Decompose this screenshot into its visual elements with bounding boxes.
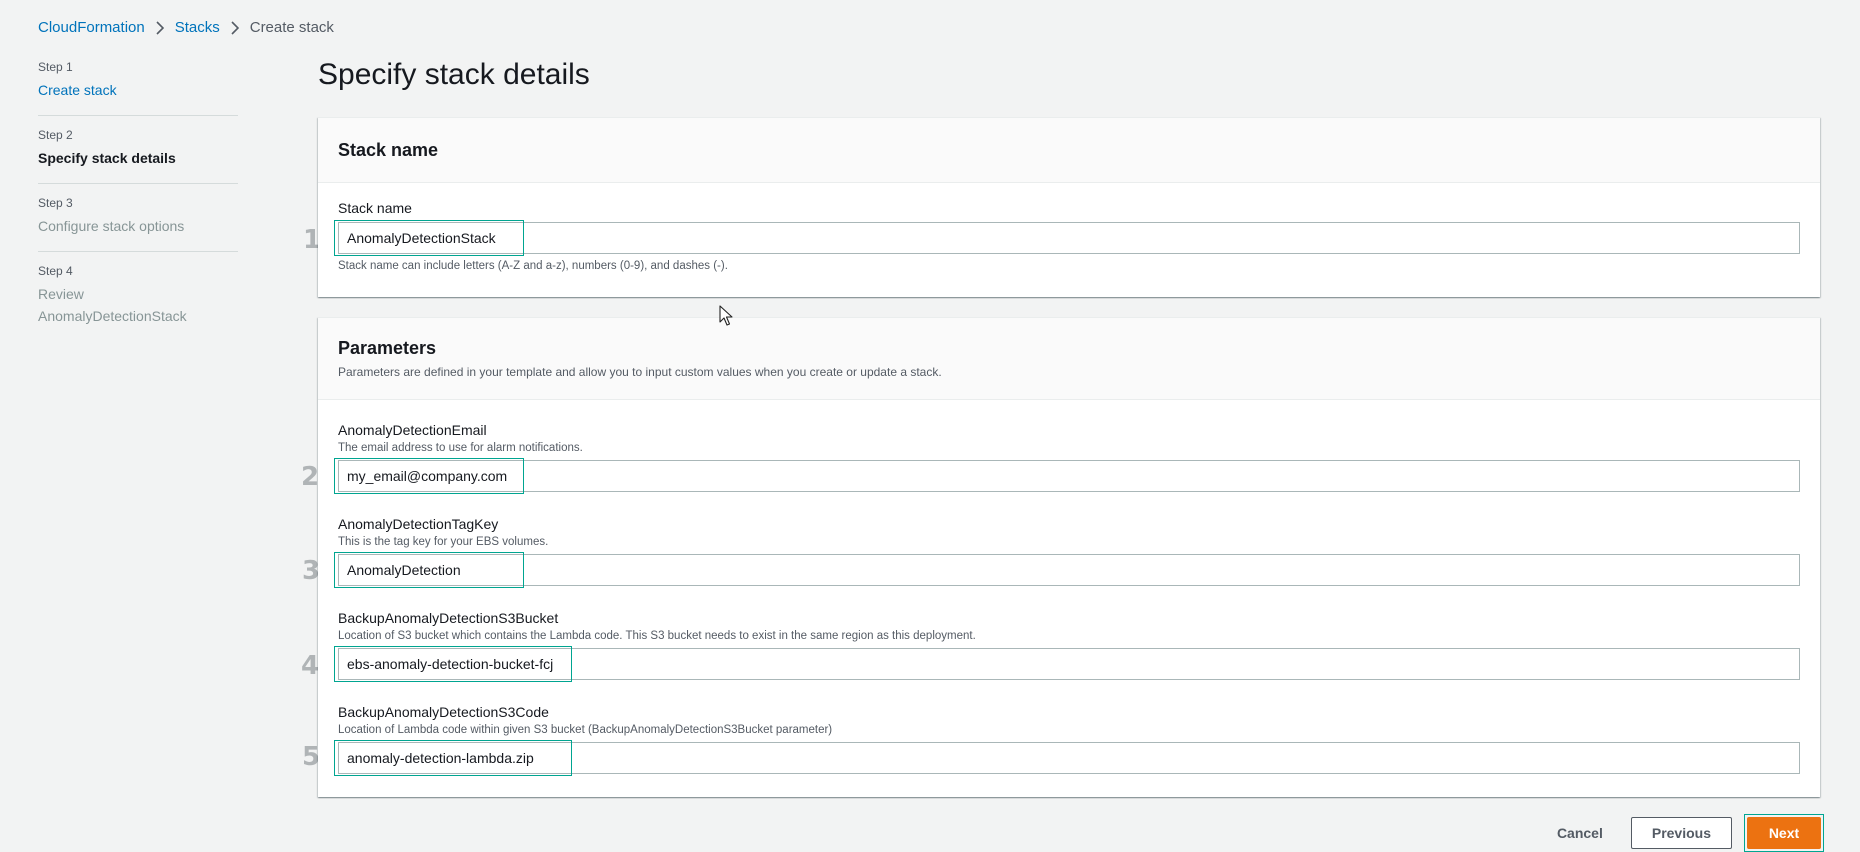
backup-s3-code-input[interactable] [338,742,1800,774]
stack-name-input-wrap [334,220,1800,256]
param-anomaly-detection-email: AnomalyDetectionEmail The email address … [334,422,1800,494]
wizard-step-2: Step 2 Specify stack details [38,128,238,184]
param-label: AnomalyDetectionEmail [338,422,487,438]
param-description: The email address to use for alarm notif… [338,442,583,454]
step-configure-stack-options: Configure stack options [38,218,185,234]
wizard-actions: Cancel Previous Next [1537,814,1824,852]
breadcrumb-stacks-link[interactable]: Stacks [175,19,220,36]
param-description: Location of Lambda code within given S3 … [338,724,833,736]
parameters-panel: Parameters Parameters are defined in you… [318,317,1820,797]
wizard-step-4: Step 4 Review AnomalyDetectionStack [38,264,238,341]
chevron-right-icon [220,19,250,36]
param-label: BackupAnomalyDetectionS3Bucket [338,610,559,626]
step-create-stack-link[interactable]: Create stack [38,82,117,98]
step-number: Step 2 [38,128,73,142]
chevron-right-icon [145,19,175,36]
wizard-steps-nav: Step 1 Create stack Step 2 Specify stack… [38,60,238,353]
backup-s3-bucket-input[interactable] [338,648,1800,680]
param-backup-anomaly-detection-s3-bucket: BackupAnomalyDetectionS3Bucket Location … [334,610,1800,682]
panel-header: Stack name [318,118,1820,183]
annotation-number-4: 4 [301,651,320,681]
param-input-wrap [334,646,1800,682]
next-button-highlight: Next [1744,814,1824,852]
mouse-cursor-icon [719,305,733,332]
anomaly-detection-tag-key-input[interactable] [338,554,1800,586]
breadcrumb: CloudFormation Stacks Create stack [38,19,334,36]
param-input-wrap [334,552,1800,588]
step-specify-stack-details: Specify stack details [38,150,176,166]
param-description: Location of S3 bucket which contains the… [338,630,976,642]
stack-name-panel-title: Stack name [338,139,439,160]
param-label: AnomalyDetectionTagKey [338,516,499,532]
panel-header: Parameters Parameters are defined in you… [318,318,1820,400]
stack-name-input[interactable] [338,222,1800,254]
previous-button[interactable]: Previous [1630,817,1732,849]
step-number: Step 3 [38,196,73,210]
parameters-panel-title: Parameters [338,338,437,358]
stack-name-label: Stack name [338,200,412,216]
stack-name-field: Stack name Stack name can include letter… [334,200,1800,272]
stack-name-constraint: Stack name can include letters (A-Z and … [338,260,728,272]
annotation-number-2: 2 [301,462,320,492]
anomaly-detection-email-input[interactable] [338,460,1800,492]
param-input-wrap [334,740,1800,776]
step-number: Step 1 [38,60,73,74]
next-button[interactable]: Next [1747,817,1821,849]
param-input-wrap [334,458,1800,494]
param-label: BackupAnomalyDetectionS3Code [338,704,549,720]
breadcrumb-create-stack: Create stack [249,19,334,36]
breadcrumb-cloudformation-link[interactable]: CloudFormation [38,19,145,36]
wizard-step-1: Step 1 Create stack [38,60,238,116]
step-number: Step 4 [38,264,73,278]
parameters-panel-description: Parameters are defined in your template … [338,365,942,379]
page-title: Specify stack details [318,58,590,91]
step-review: Review AnomalyDetectionStack [38,286,187,324]
param-description: This is the tag key for your EBS volumes… [338,536,549,548]
param-anomaly-detection-tag-key: AnomalyDetectionTagKey This is the tag k… [334,516,1800,588]
wizard-step-3: Step 3 Configure stack options [38,196,238,252]
stack-name-panel: Stack name Stack name Stack name can inc… [318,117,1820,297]
param-backup-anomaly-detection-s3-code: BackupAnomalyDetectionS3Code Location of… [334,704,1800,776]
cancel-button[interactable]: Cancel [1537,819,1623,847]
